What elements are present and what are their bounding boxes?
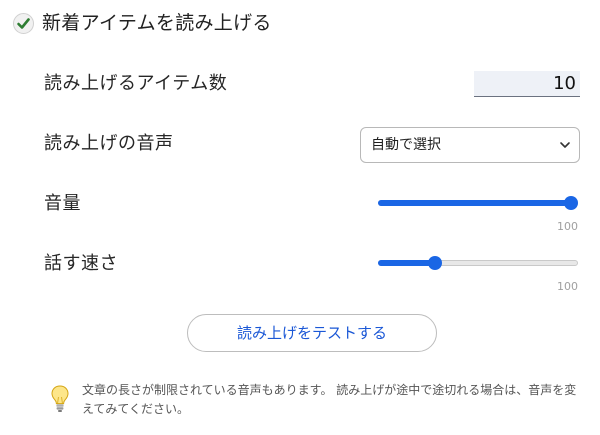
volume-slider[interactable] bbox=[378, 193, 578, 213]
checkmark-icon bbox=[17, 18, 30, 29]
test-read-button[interactable]: 読み上げをテストする bbox=[187, 314, 437, 352]
voice-select-value: 自動で選択 bbox=[371, 137, 441, 153]
lightbulb-icon bbox=[51, 385, 69, 412]
volume-label: 音量 bbox=[44, 193, 81, 214]
chevron-down-icon bbox=[560, 142, 570, 148]
slider-thumb[interactable] bbox=[428, 256, 443, 270]
speed-max-label: 100 bbox=[557, 280, 578, 293]
read-new-items-checkbox[interactable] bbox=[13, 13, 34, 34]
read-new-items-label: 新着アイテムを読み上げる bbox=[42, 12, 272, 34]
volume-max-label: 100 bbox=[557, 220, 578, 233]
item-count-label: 読み上げるアイテム数 bbox=[44, 73, 228, 94]
voice-note: 文章の長さが制限されている音声もあります。 読み上げが途中で途切れる場合は、音声… bbox=[82, 383, 577, 416]
voice-label: 読み上げの音声 bbox=[44, 133, 174, 154]
voice-select[interactable]: 自動で選択 bbox=[360, 127, 580, 163]
speed-label: 話す速さ bbox=[44, 253, 118, 274]
slider-thumb[interactable] bbox=[564, 196, 578, 210]
slider-fill bbox=[378, 200, 571, 206]
speed-slider[interactable] bbox=[378, 253, 578, 273]
slider-fill bbox=[378, 260, 436, 266]
item-count-input[interactable] bbox=[474, 71, 580, 97]
